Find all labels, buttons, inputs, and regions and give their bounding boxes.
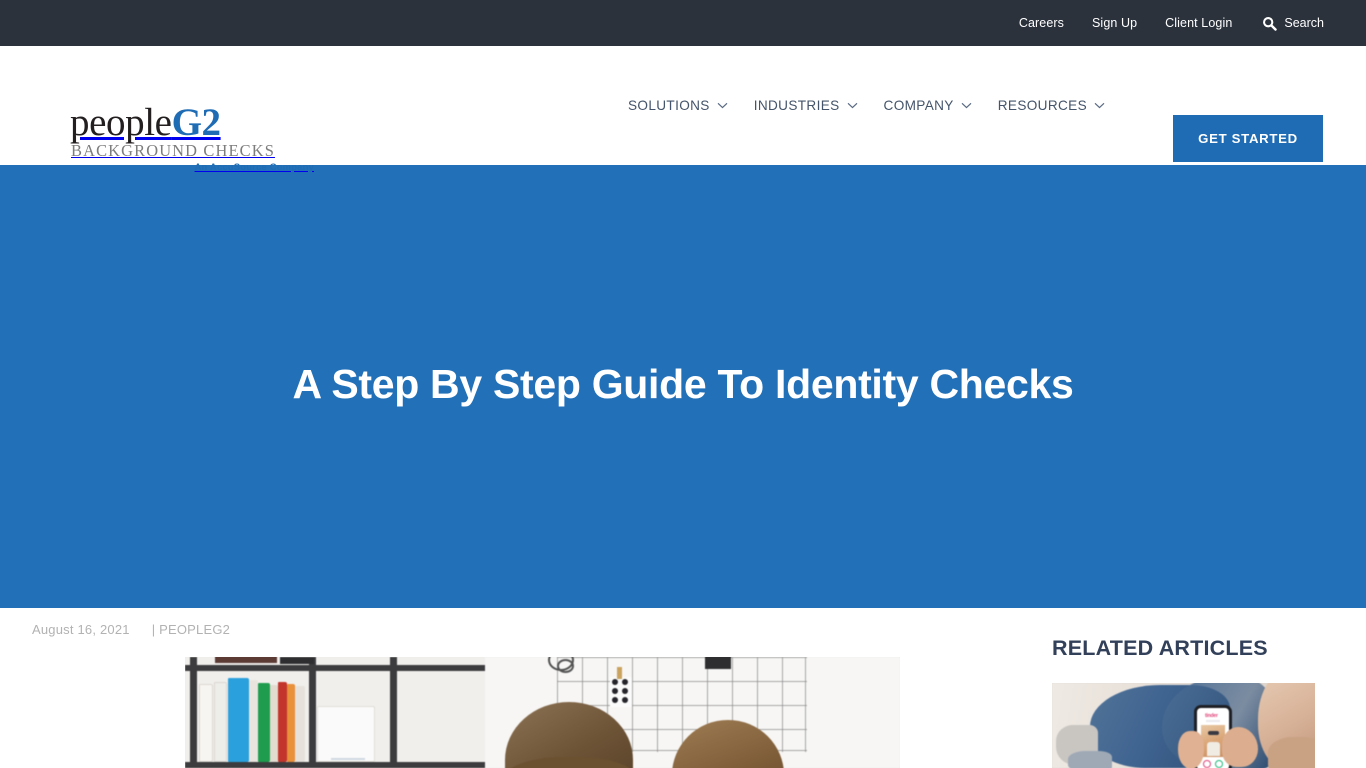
logo-name-accent: G2 (171, 101, 221, 144)
article-featured-image (185, 657, 900, 768)
nav-item-solutions[interactable]: SOLUTIONS (628, 98, 728, 113)
search-label: Search (1284, 16, 1324, 30)
logo[interactable]: peopleG2 BACKGROUND CHECKS An AccuSource… (70, 103, 320, 174)
nav-item-label: SOLUTIONS (628, 98, 710, 113)
nav-item-resources[interactable]: RESOURCES (998, 98, 1105, 113)
article-date: August 16, 2021 (32, 622, 130, 637)
nav-item-industries[interactable]: INDUSTRIES (754, 98, 858, 113)
logo-tagline: An AccuSource Company (194, 162, 314, 173)
nav-item-label: INDUSTRIES (753, 98, 840, 113)
related-article-thumbnail[interactable]: tinder (1052, 683, 1315, 768)
article-column: August 16, 2021 | PEOPLEG2 (0, 608, 1040, 768)
topbar-link-sign-up[interactable]: Sign Up (1092, 16, 1137, 30)
nav-item-label: COMPANY (883, 98, 954, 113)
logo-subtitle: BACKGROUND CHECKS (71, 141, 275, 160)
nav-item-company[interactable]: COMPANY (884, 98, 972, 113)
top-utility-bar: Careers Sign Up Client Login Search (0, 0, 1366, 46)
topbar-link-careers[interactable]: Careers (1019, 16, 1064, 30)
logo-name-dark: people (70, 101, 172, 144)
article-author: | PEOPLEG2 (151, 622, 231, 637)
chevron-down-icon (847, 102, 857, 109)
chevron-down-icon (717, 102, 728, 109)
content-area: August 16, 2021 | PEOPLEG2 RELATED ARTIC… (0, 608, 1366, 768)
page-title: A Step By Step Guide To Identity Checks (292, 360, 1074, 407)
nav-item-label: RESOURCES (997, 98, 1087, 113)
related-articles-sidebar: RELATED ARTICLES tinder (1040, 608, 1366, 768)
logo-wordmark: peopleG2 (70, 103, 320, 143)
chevron-down-icon (1094, 102, 1105, 109)
search-icon (1263, 16, 1278, 31)
main-navigation: SOLUTIONS INDUSTRIES COMPANY RESOURCES (628, 46, 1105, 165)
article-byline: August 16, 2021 | PEOPLEG2 (32, 622, 230, 637)
search-button[interactable]: Search (1262, 16, 1324, 31)
sidebar-heading: RELATED ARTICLES (1052, 636, 1268, 660)
hero-banner: A Step By Step Guide To Identity Checks (0, 165, 1366, 608)
chevron-down-icon (961, 102, 972, 109)
site-header: peopleG2 BACKGROUND CHECKS An AccuSource… (0, 46, 1366, 173)
topbar-link-client-login[interactable]: Client Login (1165, 16, 1232, 30)
get-started-button[interactable]: GET STARTED (1173, 115, 1323, 162)
